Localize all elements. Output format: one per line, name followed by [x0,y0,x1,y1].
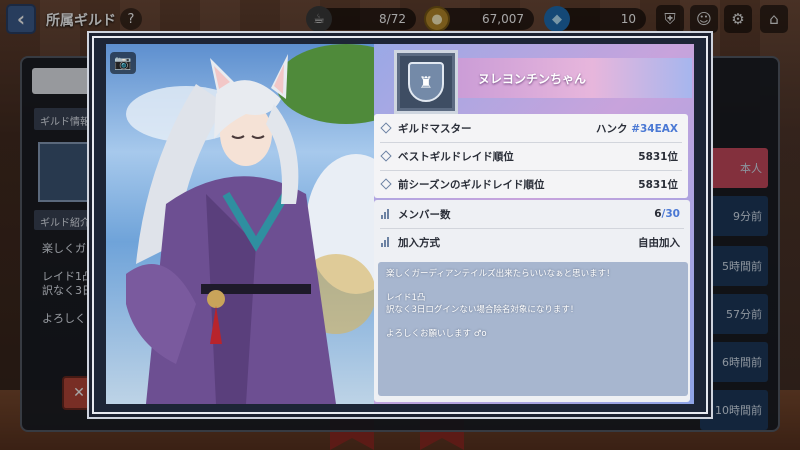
best-raid-row: ベストギルドレイド順位 5831位 [374,142,688,170]
prev-raid-row: 前シーズンのギルドレイド順位 5831位 [374,170,688,198]
bar-chart-icon [381,237,391,247]
camera-icon: 📷 [114,55,132,71]
guild-master-row: ギルドマスター ハンク #34EAX [374,114,688,142]
guild-name: ヌレヨンチンちゃん [478,72,587,86]
diamond-bullet-icon [380,122,392,134]
guild-emblem-icon: ♜ [408,62,444,102]
guild-master-value: ハンク #34EAX [596,121,678,136]
member-count-max: 30 [665,208,680,220]
diamond-bullet-icon [380,150,392,162]
member-count-current: 6 [654,208,662,220]
guild-master-label: ギルドマスター [398,122,472,135]
join-method-row: 加入方式 自由加入 [374,228,690,256]
guild-emblem: ♜ [394,50,458,114]
prev-raid-value: 5831位 [638,178,678,191]
guild-master-name: ハンク [596,122,628,135]
member-count-value: 6/30 [654,208,680,220]
character-illustration [126,44,396,404]
guild-description: 楽しくガーディアンテイルズ出来たらいいなぁと思います！ レイド1凸 訳なく3日ロ… [386,269,615,339]
join-method-value: 自由加入 [638,236,680,249]
guild-stats-card: ギルドマスター ハンク #34EAX ベストギルドレイド順位 5831位 前シー… [374,114,688,198]
member-count-row: メンバー数 6/30 [374,200,690,228]
camera-button[interactable]: 📷 [110,52,136,74]
diamond-bullet-icon [380,178,392,190]
guild-master-portrait [106,44,396,404]
bar-chart-icon [381,209,391,219]
member-count-label: メンバー数 [398,208,451,221]
guild-description-box: 楽しくガーディアンテイルズ出来たらいいなぁと思います！ レイド1凸 訳なく3日ロ… [378,262,688,396]
join-method-label: 加入方式 [398,236,440,249]
best-raid-label: ベストギルドレイド順位 [398,150,514,163]
guild-master-tag: #34EAX [631,122,678,135]
prev-raid-label: 前シーズンのギルドレイド順位 [398,178,545,191]
best-raid-value: 5831位 [638,150,678,163]
